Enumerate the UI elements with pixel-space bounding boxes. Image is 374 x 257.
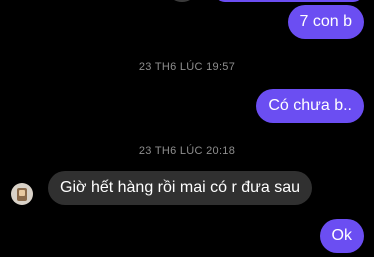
contact-avatar[interactable] bbox=[11, 183, 33, 205]
message-timestamp: 23 TH6 LÚC 20:18 bbox=[138, 145, 236, 157]
outgoing-message-bubble[interactable]: Ok bbox=[319, 219, 364, 253]
incoming-message-bubble[interactable]: Giờ hết hàng rồi mai có r đưa sau bbox=[48, 171, 312, 205]
avatar-image-detail-icon bbox=[19, 190, 25, 196]
chat-thread: 7 con b 23 TH6 LÚC 19:57 Có chưa b.. 23 … bbox=[0, 0, 374, 257]
outgoing-message-bubble[interactable]: Có chưa b.. bbox=[256, 89, 364, 123]
outgoing-message-bubble[interactable]: 7 con b bbox=[287, 5, 364, 39]
contact-avatar[interactable] bbox=[170, 0, 194, 2]
outgoing-message-bubble-partial[interactable] bbox=[214, 0, 364, 2]
message-timestamp: 23 TH6 LÚC 19:57 bbox=[138, 61, 236, 73]
